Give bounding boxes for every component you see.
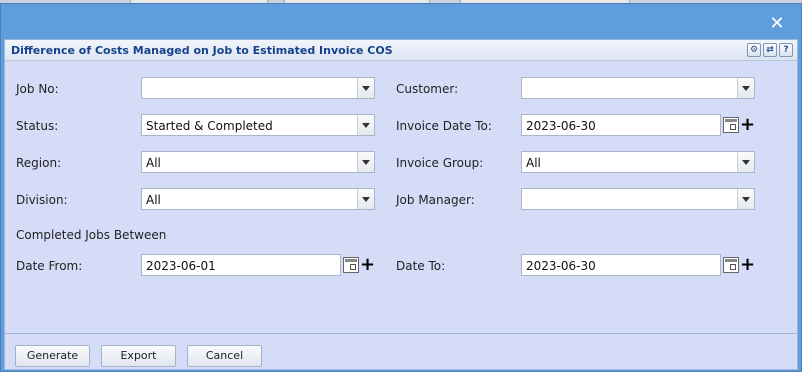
date-to-label: Date To: bbox=[396, 259, 446, 273]
date-from-field[interactable]: 2023-06-01 bbox=[141, 254, 341, 276]
chevron-down-icon[interactable] bbox=[357, 115, 374, 135]
refresh-icon[interactable]: ⇄ bbox=[763, 43, 777, 57]
panel-tools: ⚙ ⇄ ? bbox=[747, 43, 793, 57]
invoice-group-label: Invoice Group: bbox=[396, 156, 484, 170]
chevron-down-icon[interactable] bbox=[737, 152, 754, 172]
generate-button[interactable]: Generate bbox=[15, 345, 90, 367]
region-label: Region: bbox=[16, 156, 62, 170]
invoice-group-select[interactable]: All bbox=[521, 151, 755, 173]
panel-title: Difference of Costs Managed on Job to Es… bbox=[11, 44, 393, 57]
plus-icon[interactable]: + bbox=[740, 116, 755, 134]
completed-jobs-section-label: Completed Jobs Between bbox=[16, 228, 167, 242]
plus-icon[interactable]: + bbox=[360, 256, 375, 274]
chevron-down-icon[interactable] bbox=[737, 78, 754, 98]
job-manager-label: Job Manager: bbox=[396, 193, 475, 207]
panel-header: Difference of Costs Managed on Job to Es… bbox=[5, 40, 797, 61]
region-select[interactable]: All bbox=[141, 151, 375, 173]
chevron-down-icon[interactable] bbox=[357, 152, 374, 172]
report-panel: Difference of Costs Managed on Job to Es… bbox=[4, 39, 798, 370]
plus-icon[interactable]: + bbox=[740, 256, 755, 274]
close-icon[interactable]: ✕ bbox=[769, 15, 785, 33]
chevron-down-icon[interactable] bbox=[357, 78, 374, 98]
date-to-field[interactable]: 2023-06-30 bbox=[521, 254, 721, 276]
division-label: Division: bbox=[16, 193, 68, 207]
calendar-icon[interactable] bbox=[723, 117, 739, 133]
calendar-icon[interactable] bbox=[343, 257, 359, 273]
invoice-date-to-label: Invoice Date To: bbox=[396, 119, 492, 133]
division-select[interactable]: All bbox=[141, 188, 375, 210]
export-button[interactable]: Export bbox=[101, 345, 176, 367]
date-from-label: Date From: bbox=[16, 259, 83, 273]
help-icon[interactable]: ? bbox=[779, 43, 793, 57]
chevron-down-icon[interactable] bbox=[357, 189, 374, 209]
cancel-button[interactable]: Cancel bbox=[187, 345, 262, 367]
job-no-label: Job No: bbox=[16, 82, 59, 96]
chevron-down-icon[interactable] bbox=[737, 189, 754, 209]
status-select[interactable]: Started & Completed bbox=[141, 114, 375, 136]
gear-icon[interactable]: ⚙ bbox=[747, 43, 761, 57]
invoice-date-to-field[interactable]: 2023-06-30 bbox=[521, 114, 721, 136]
report-dialog: ✕ Difference of Costs Managed on Job to … bbox=[0, 3, 802, 372]
status-label: Status: bbox=[16, 119, 59, 133]
customer-select[interactable] bbox=[521, 77, 755, 99]
calendar-icon[interactable] bbox=[723, 257, 739, 273]
job-no-select[interactable] bbox=[141, 77, 375, 99]
job-manager-select[interactable] bbox=[521, 188, 755, 210]
customer-label: Customer: bbox=[396, 82, 459, 96]
panel-footer: Generate Export Cancel bbox=[5, 333, 797, 369]
